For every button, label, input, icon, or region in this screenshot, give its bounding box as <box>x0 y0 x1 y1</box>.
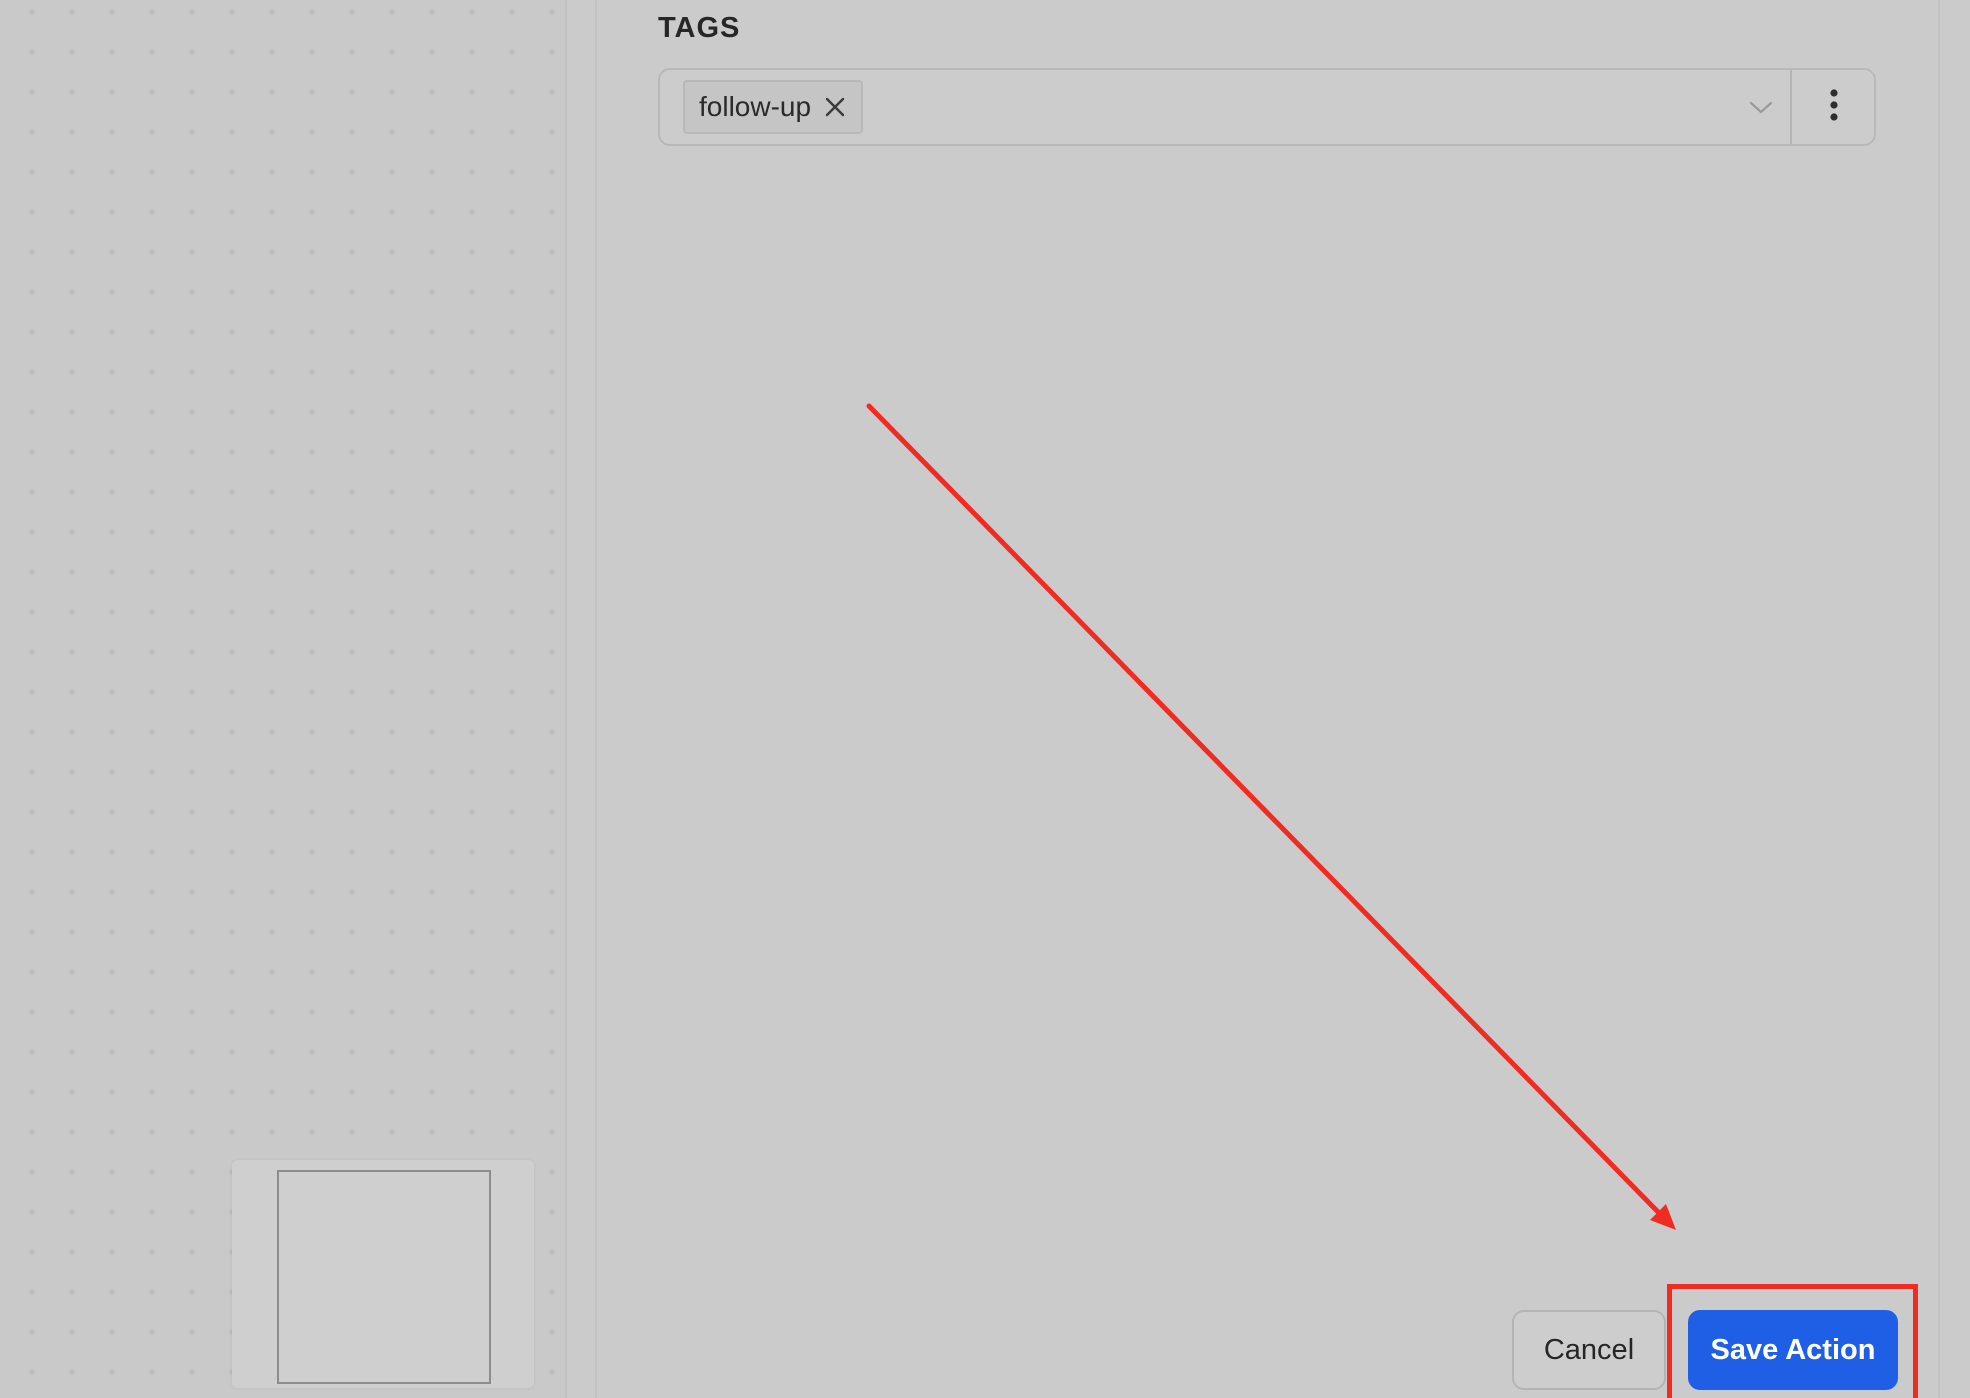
tags-select[interactable]: follow-up <box>658 68 1876 146</box>
minimap[interactable] <box>232 1160 534 1388</box>
more-options-button[interactable] <box>1792 70 1876 144</box>
tag-chip: follow-up <box>683 80 864 134</box>
tags-label: TAGS <box>658 12 741 44</box>
chevron-down-icon[interactable] <box>1746 92 1776 122</box>
minimap-viewport[interactable] <box>277 1170 491 1384</box>
app-root: TAGS follow-up Cancel Save Action <box>0 0 1970 1398</box>
cancel-button[interactable]: Cancel <box>1512 1310 1666 1390</box>
panel-gutter <box>567 0 595 1398</box>
close-icon[interactable] <box>823 95 847 119</box>
panel-right-border <box>1938 0 1940 1398</box>
tag-chip-label: follow-up <box>699 91 812 122</box>
save-action-button[interactable]: Save Action <box>1688 1310 1898 1390</box>
panel-divider <box>595 0 597 1398</box>
more-vertical-icon <box>1828 87 1840 128</box>
